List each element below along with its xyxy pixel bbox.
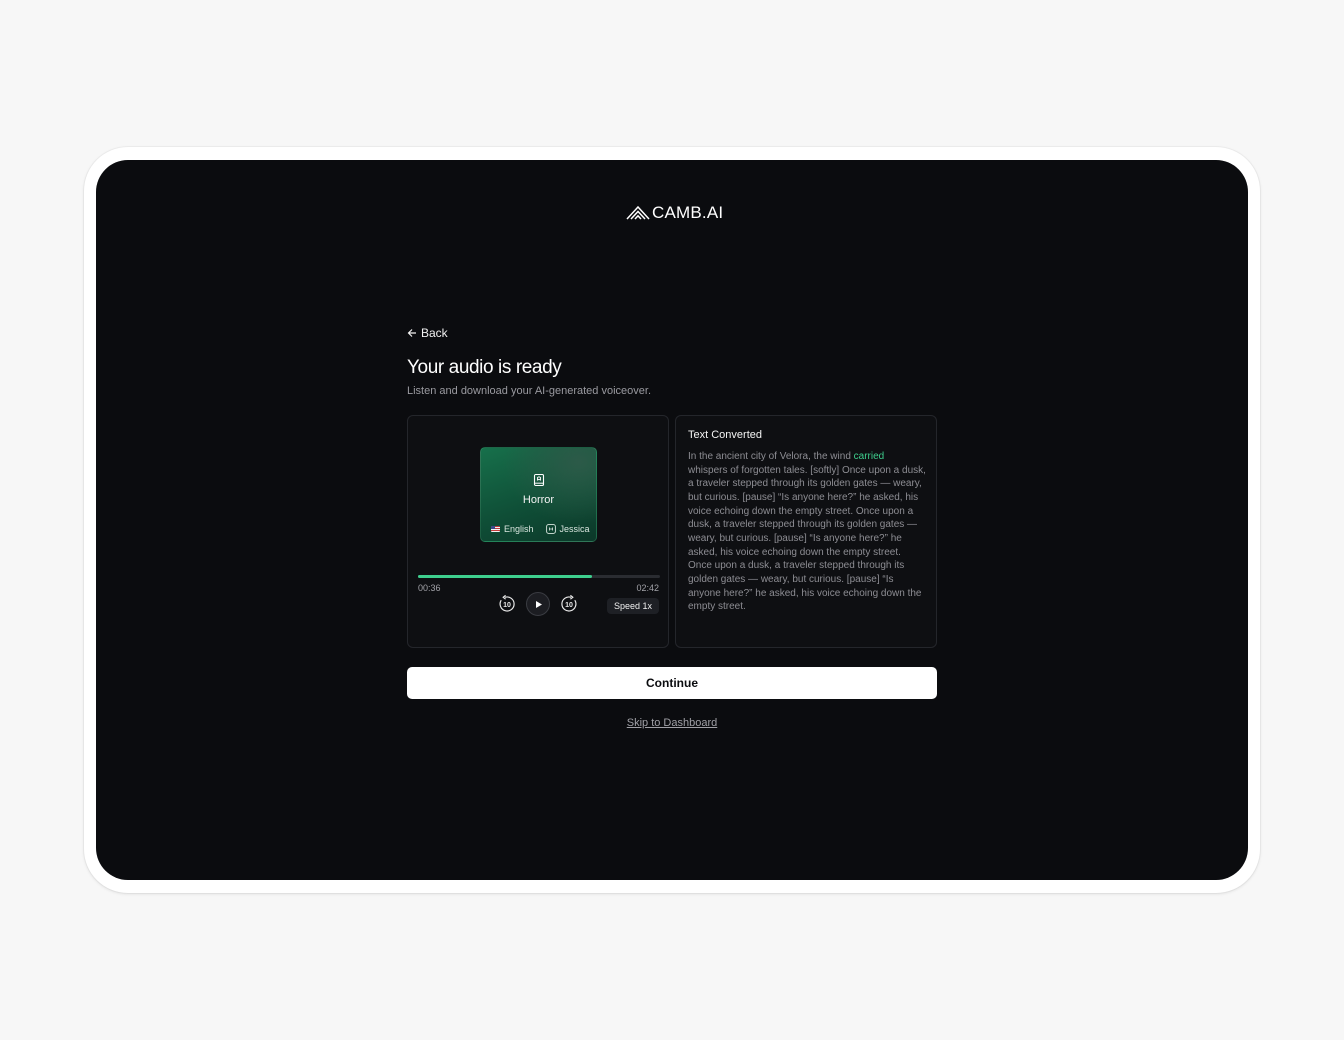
page-title: Your audio is ready: [407, 357, 562, 378]
text-part-after: whispers of forgotten tales. [softly] On…: [688, 464, 926, 613]
language-label: English: [504, 524, 534, 534]
back-label: Back: [421, 326, 448, 340]
cover-meta: English Jessica: [491, 524, 590, 534]
us-flag-icon: [491, 526, 500, 532]
genre-label: Horror: [522, 494, 555, 506]
back-link[interactable]: Back: [407, 325, 448, 341]
voice-icon: [545, 524, 556, 534]
skip-to-dashboard-link[interactable]: Skip to Dashboard: [627, 717, 718, 729]
page-subtitle: Listen and download your AI-generated vo…: [407, 385, 651, 397]
continue-button[interactable]: Continue: [407, 667, 937, 699]
brand-logo: CAMB.AI: [626, 203, 723, 223]
highlighted-word: carried: [853, 451, 885, 462]
audio-player-card: Horror English Jessica 00:36 02:42 10 10…: [407, 415, 669, 648]
forward-seconds: 10: [565, 602, 573, 609]
converted-text: In the ancient city of Velora, the wind …: [688, 450, 926, 614]
text-converted-title: Text Converted: [688, 429, 762, 441]
speed-button[interactable]: Speed 1x: [606, 598, 659, 614]
audio-cover: Horror English Jessica: [480, 447, 597, 542]
rewind-icon: 10: [499, 594, 515, 612]
brand-name: CAMB.AI: [652, 203, 724, 222]
voice-label: Jessica: [559, 524, 590, 534]
progress-fill: [418, 575, 593, 578]
play-icon: [535, 600, 542, 608]
arrow-left-icon: [407, 329, 416, 337]
forward-10-button[interactable]: 10: [559, 594, 579, 614]
skip-container: Skip to Dashboard: [96, 717, 1248, 729]
rewind-10-button[interactable]: 10: [497, 594, 517, 614]
text-part-before: In the ancient city of Velora, the wind: [688, 451, 854, 462]
text-converted-card: Text Converted In the ancient city of Ve…: [675, 415, 937, 648]
app-screen: CAMB.AI Back Your audio is ready Listen …: [96, 160, 1248, 880]
book-icon: [533, 473, 545, 487]
progress-bar[interactable]: [418, 575, 660, 578]
forward-icon: 10: [561, 594, 577, 612]
camb-logo-icon: [626, 206, 650, 220]
current-time: 00:36: [418, 583, 441, 593]
total-time: 02:42: [636, 583, 659, 593]
play-button[interactable]: [526, 592, 550, 616]
rewind-seconds: 10: [503, 602, 511, 609]
